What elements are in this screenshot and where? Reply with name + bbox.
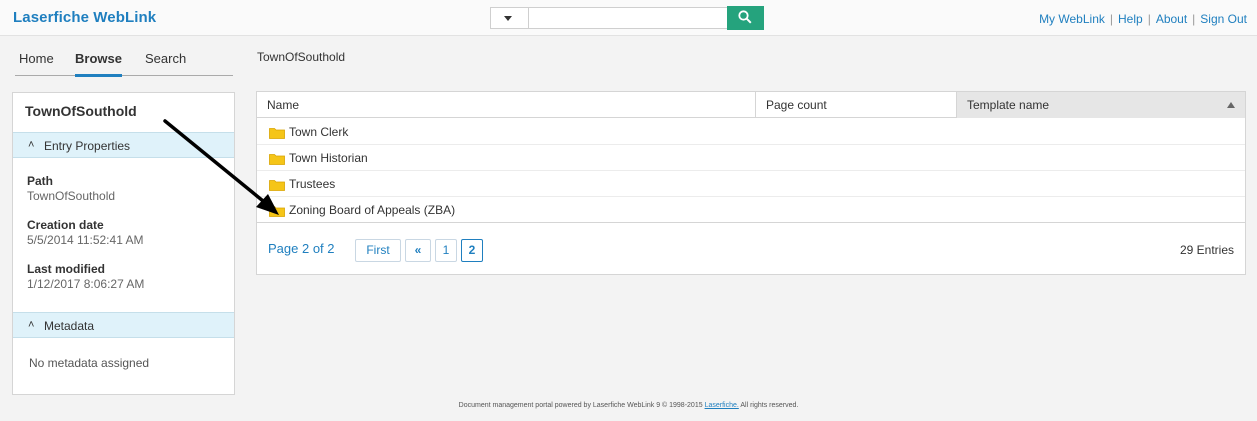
page-button-1[interactable]: 1 <box>435 239 457 262</box>
row-name[interactable]: Trustees <box>289 177 335 191</box>
top-links: My WebLink | Help | About | Sign Out <box>1039 12 1247 26</box>
page-button-2[interactable]: 2 <box>461 239 483 262</box>
top-bar: Laserfiche WebLink My WebLink | Help | About… <box>0 0 1257 36</box>
search-icon <box>738 10 752 24</box>
nav-tabs: Home Browse Search <box>15 48 233 77</box>
entry-properties-header[interactable]: ˄ Entry Properties <box>13 132 234 158</box>
table-row[interactable]: Town Clerk <box>257 119 1245 145</box>
entry-info-panel: TownOfSouthold ˄ Entry Properties Path T… <box>12 92 235 395</box>
previous-page-button[interactable]: « <box>405 239 431 262</box>
row-name[interactable]: Town Clerk <box>289 125 348 139</box>
property-key: Last modified <box>27 262 106 276</box>
folder-icon <box>269 206 285 217</box>
folder-icon <box>269 128 285 139</box>
entry-properties-label: Entry Properties <box>44 139 131 153</box>
link-separator: | <box>1109 12 1113 26</box>
chevron-down-icon <box>504 16 512 21</box>
about-link[interactable]: About <box>1156 12 1187 26</box>
double-chevron-up-icon: ˄ <box>28 319 35 331</box>
entries-count: 29 Entries <box>1179 243 1234 257</box>
search-scope-dropdown[interactable] <box>490 7 528 29</box>
my-weblink-link[interactable]: My WebLink <box>1039 12 1105 26</box>
property-key: Creation date <box>27 218 104 232</box>
column-header-template-name[interactable]: Template name <box>957 92 1245 118</box>
app-logo[interactable]: Laserfiche WebLink <box>13 9 156 26</box>
column-label: Template name <box>967 98 1050 112</box>
metadata-header[interactable]: ˄ Metadata <box>13 312 234 338</box>
sort-ascending-icon <box>1227 102 1235 108</box>
row-name[interactable]: Zoning Board of Appeals (ZBA) <box>289 203 455 217</box>
property-creation-date: Creation date 5/5/2014 11:52:41 AM <box>27 218 144 247</box>
tab-browse[interactable]: Browse <box>75 51 122 77</box>
column-label: Name <box>267 98 300 112</box>
property-path: Path TownOfSouthold <box>27 174 115 203</box>
footer: Document management portal powered by La… <box>0 402 1257 409</box>
column-header-page-count[interactable]: Page count <box>756 92 957 118</box>
entry-title: TownOfSouthold <box>25 103 137 119</box>
no-metadata-text: No metadata assigned <box>29 356 150 370</box>
link-separator: | <box>1192 12 1196 26</box>
link-separator: | <box>1147 12 1151 26</box>
tab-home[interactable]: Home <box>19 51 54 66</box>
pager: Page 2 of 2 First « 1 2 29 Entries <box>257 226 1245 274</box>
folder-icon <box>269 180 285 191</box>
column-label: Page count <box>766 98 827 112</box>
tab-search[interactable]: Search <box>145 51 186 66</box>
property-key: Path <box>27 174 54 188</box>
folder-icon <box>269 154 285 165</box>
property-value: 5/5/2014 11:52:41 AM <box>27 233 144 247</box>
laserfiche-link[interactable]: Laserfiche. <box>705 402 739 409</box>
first-page-button[interactable]: First <box>355 239 401 262</box>
property-value: 1/12/2017 8:06:27 AM <box>27 277 145 291</box>
footer-text: Document management portal powered by La… <box>458 402 703 409</box>
search-input[interactable] <box>528 7 728 29</box>
column-header-name[interactable]: Name <box>257 92 756 118</box>
property-value: TownOfSouthold <box>27 189 116 203</box>
table-row[interactable]: Trustees <box>257 171 1245 197</box>
folder-grid: Name Page count Template name Town Clerk… <box>256 91 1246 275</box>
search-button[interactable] <box>727 6 764 30</box>
table-row[interactable]: Zoning Board of Appeals (ZBA) <box>257 197 1245 223</box>
double-chevron-up-icon: ˄ <box>28 139 35 151</box>
help-link[interactable]: Help <box>1118 12 1143 26</box>
breadcrumb[interactable]: TownOfSouthold <box>257 50 345 64</box>
page-indicator: Page 2 of 2 <box>268 241 335 256</box>
footer-rights: All rights reserved. <box>740 402 799 409</box>
property-last-modified: Last modified 1/12/2017 8:06:27 AM <box>27 262 144 291</box>
grid-header: Name Page count Template name <box>257 92 1245 118</box>
row-name[interactable]: Town Historian <box>289 151 368 165</box>
sign-out-link[interactable]: Sign Out <box>1200 12 1247 26</box>
table-row[interactable]: Town Historian <box>257 145 1245 171</box>
metadata-label: Metadata <box>44 319 95 333</box>
